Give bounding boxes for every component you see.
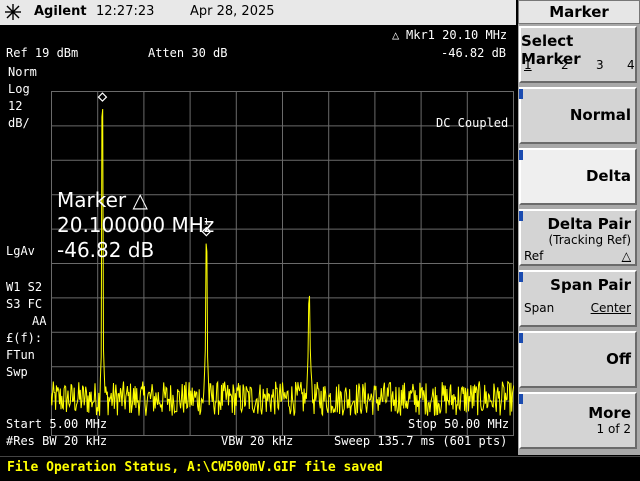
ref-level: Ref 19 dBm <box>6 46 79 60</box>
ftun-label: FTun <box>6 348 35 362</box>
status-bar: File Operation Status, A:\CW500mV.GIF fi… <box>0 456 640 481</box>
normal-key[interactable]: Normal <box>519 87 637 144</box>
units-label: dB/ <box>8 116 30 130</box>
key-indicator <box>519 211 523 221</box>
rbw: #Res BW 20 kHz <box>6 434 108 448</box>
ff-label: £(f): <box>6 331 43 345</box>
key-indicator <box>519 333 523 343</box>
vbw: VBW 20 kHz <box>221 434 294 448</box>
marker-readout-icon: △ <box>392 28 400 42</box>
off-key[interactable]: Off <box>519 331 637 388</box>
more-key[interactable]: More 1 of 2 <box>519 392 637 449</box>
delta-pair-label: Delta Pair <box>547 215 631 233</box>
delta-pair-key[interactable]: Delta Pair (Tracking Ref) Ref △ <box>519 209 637 266</box>
attenuation: Atten 30 dB <box>148 46 228 60</box>
select-marker-label: Select Marker <box>521 32 581 68</box>
marker-option-3: 3 <box>596 58 604 72</box>
norm-label: Norm <box>8 65 37 79</box>
graticule: 1R1 <box>51 91 514 436</box>
log-label: Log <box>8 82 30 96</box>
marker-box-delta: -46.82 dB <box>57 238 155 262</box>
date: Apr 28, 2025 <box>190 4 275 19</box>
brand-name: Agilent <box>34 4 87 19</box>
reference-marker-diamond <box>97 92 108 102</box>
select-marker-key[interactable]: Select Marker 1 2 3 4 <box>519 26 637 83</box>
start-freq: Start 5.00 MHz <box>6 417 108 431</box>
marker-box-freq: 20.100000 MHz <box>57 213 215 237</box>
aa-label: AA <box>32 314 47 328</box>
delta-label: Delta <box>585 167 631 185</box>
more-sub: 1 of 2 <box>596 422 631 436</box>
stop-freq: Stop 50.00 MHz <box>408 417 510 431</box>
swp-label: Swp <box>6 365 28 379</box>
w1s2-label: W1 S2 <box>6 280 43 294</box>
span-pair-span: Span <box>524 301 555 315</box>
key-indicator <box>519 394 523 404</box>
delta-key[interactable]: Delta <box>519 148 637 205</box>
agilent-spark-icon <box>5 4 21 20</box>
softkey-menu: Marker Select Marker 1 2 3 4 Normal Delt… <box>518 0 640 455</box>
coupling-label: DC Coupled <box>436 116 509 130</box>
title-bar: Agilent 12:27:23 Apr 28, 2025 <box>0 0 516 26</box>
sweep: Sweep 135.7 ms (601 pts) <box>334 434 508 448</box>
delta-pair-delta: △ <box>621 249 631 263</box>
scale-label: 12 <box>8 99 23 113</box>
avg-label: LgAv <box>6 244 35 258</box>
marker-box-title: Marker △ <box>57 188 148 212</box>
clock: 12:27:23 <box>96 4 155 19</box>
span-pair-label: Span Pair <box>550 276 631 294</box>
menu-title: Marker <box>518 0 640 24</box>
more-label: More <box>588 404 631 422</box>
marker-readout: Mkr1 20.10 MHz <box>406 28 508 42</box>
marker-option-1: 1 <box>524 58 532 72</box>
s3fc-label: S3 FC <box>6 297 43 311</box>
off-label: Off <box>606 350 631 368</box>
key-indicator <box>519 150 523 160</box>
key-indicator <box>519 272 523 282</box>
normal-label: Normal <box>569 106 631 124</box>
delta-pair-ref: Ref <box>524 249 544 263</box>
span-pair-center: Center <box>590 301 631 315</box>
key-indicator <box>519 89 523 99</box>
marker-option-2: 2 <box>561 58 569 72</box>
reference-marker-label: 1R <box>96 91 108 93</box>
marker-value: -46.82 dB <box>441 46 507 60</box>
spectrum-display: △ Mkr1 20.10 MHz Ref 19 dBm Atten 30 dB … <box>0 25 516 452</box>
status-message: File Operation Status, A:\CW500mV.GIF fi… <box>7 460 383 475</box>
marker-option-4: 4 <box>627 58 635 72</box>
span-pair-key[interactable]: Span Pair Span Center <box>519 270 637 327</box>
delta-pair-sub: (Tracking Ref) <box>548 233 631 247</box>
